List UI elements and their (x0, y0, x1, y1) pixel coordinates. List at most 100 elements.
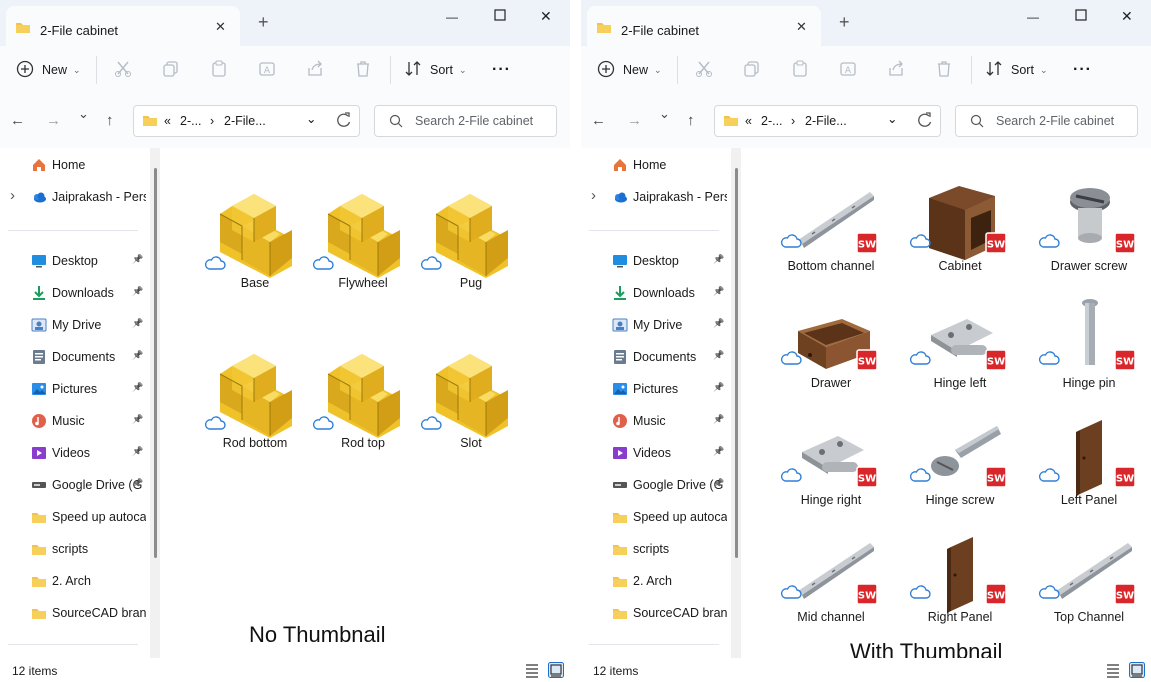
tab[interactable]: 2-File cabinet ✕ (587, 6, 821, 46)
up-button[interactable]: ↑ (106, 112, 114, 129)
large-icons-view-icon[interactable] (1129, 662, 1145, 678)
sort-button[interactable]: Sort ⌄ (985, 58, 1047, 82)
file-item[interactable]: Flywheel (308, 184, 418, 294)
sidebar-scrollbar[interactable] (731, 148, 741, 658)
recent-locations-button[interactable]: ⌄ (78, 106, 89, 122)
scrollbar-thumb[interactable] (154, 168, 157, 558)
cut-button[interactable] (695, 58, 713, 82)
rename-button[interactable]: A (839, 58, 857, 82)
up-button[interactable]: ↑ (687, 112, 695, 129)
breadcrumb-item[interactable]: 2-... (180, 114, 202, 128)
sidebar-item[interactable]: › Jaiprakash - Perso (0, 184, 150, 210)
close-window-button[interactable]: ✕ (540, 8, 552, 25)
file-item[interactable]: Rod bottom (200, 344, 310, 454)
close-tab-icon[interactable]: ✕ (796, 19, 807, 35)
recent-locations-button[interactable]: ⌄ (659, 106, 670, 122)
sidebar-item[interactable]: scripts (0, 536, 150, 562)
paste-button[interactable] (791, 58, 809, 82)
sidebar-item[interactable]: 2. Arch (0, 568, 150, 594)
more-options-button[interactable]: ··· (492, 58, 511, 82)
cut-button[interactable] (114, 58, 132, 82)
breadcrumb-item[interactable]: 2-File... (224, 114, 266, 128)
breadcrumb-overflow[interactable]: « (745, 114, 752, 128)
copy-button[interactable] (162, 58, 180, 82)
file-item[interactable]: SW Drawer screw (1034, 184, 1144, 294)
address-bar[interactable]: « 2-... › 2-File... ⌄ (133, 105, 360, 137)
paste-button[interactable] (210, 58, 228, 82)
minimize-button[interactable]: — (446, 10, 458, 24)
sidebar-item[interactable]: Google Drive (G 📌 (581, 472, 731, 498)
sort-button[interactable]: Sort ⌄ (404, 58, 466, 82)
share-button[interactable] (887, 58, 905, 82)
sidebar-item[interactable]: 2. Arch (581, 568, 731, 594)
breadcrumb-item[interactable]: 2-... (761, 114, 783, 128)
sidebar-scrollbar[interactable] (150, 148, 160, 658)
sidebar-item[interactable]: Desktop 📌 (0, 248, 150, 274)
sidebar-item[interactable]: Downloads 📌 (581, 280, 731, 306)
close-tab-icon[interactable]: ✕ (215, 19, 226, 35)
share-button[interactable] (306, 58, 324, 82)
sidebar-item[interactable]: My Drive 📌 (0, 312, 150, 338)
chevron-down-icon[interactable]: ⌄ (887, 111, 897, 126)
sidebar-item[interactable]: scripts (581, 536, 731, 562)
sidebar-item[interactable]: Home (0, 152, 150, 178)
sidebar-item[interactable]: SourceCAD brand (0, 600, 150, 626)
large-icons-view-icon[interactable] (548, 662, 564, 678)
file-item[interactable]: SW Hinge right (776, 418, 886, 528)
sidebar-item[interactable]: Videos 📌 (581, 440, 731, 466)
file-item[interactable]: SW Cabinet (905, 184, 1015, 294)
sidebar-item[interactable]: Pictures 📌 (0, 376, 150, 402)
file-item[interactable]: SW Hinge left (905, 301, 1015, 411)
sidebar-item[interactable]: Google Drive (G 📌 (0, 472, 150, 498)
file-item[interactable]: Pug (416, 184, 526, 294)
file-item[interactable]: SW Mid channel (776, 535, 886, 645)
details-view-icon[interactable] (1105, 662, 1121, 678)
address-bar[interactable]: « 2-... › 2-File... ⌄ (714, 105, 941, 137)
minimize-button[interactable]: — (1027, 10, 1039, 24)
chevron-right-icon[interactable]: › (10, 187, 15, 204)
back-button[interactable]: ← (591, 112, 606, 129)
sidebar-item[interactable]: My Drive 📌 (581, 312, 731, 338)
sidebar-item[interactable]: Music 📌 (0, 408, 150, 434)
close-window-button[interactable]: ✕ (1121, 8, 1133, 25)
sidebar-item[interactable]: Documents 📌 (0, 344, 150, 370)
file-item[interactable]: SW Bottom channel (776, 184, 886, 294)
sidebar-item[interactable]: Downloads 📌 (0, 280, 150, 306)
file-item[interactable]: SW Right Panel (905, 535, 1015, 645)
sidebar-item[interactable]: Speed up autocad (581, 504, 731, 530)
details-view-icon[interactable] (524, 662, 540, 678)
rename-button[interactable]: A (258, 58, 276, 82)
forward-button[interactable]: → (46, 112, 61, 129)
sidebar-item[interactable]: Videos 📌 (0, 440, 150, 466)
maximize-button[interactable] (494, 8, 506, 24)
forward-button[interactable]: → (627, 112, 642, 129)
file-item[interactable]: SW Left Panel (1034, 418, 1144, 528)
search-input[interactable]: Search 2-File cabinet (374, 105, 557, 137)
delete-button[interactable] (935, 58, 953, 82)
sidebar-item[interactable]: Desktop 📌 (581, 248, 731, 274)
scrollbar-thumb[interactable] (735, 168, 738, 558)
file-item[interactable]: SW Drawer (776, 301, 886, 411)
chevron-right-icon[interactable]: › (591, 187, 596, 204)
chevron-down-icon[interactable]: ⌄ (306, 111, 316, 126)
sidebar-item[interactable]: Home (581, 152, 731, 178)
search-input[interactable]: Search 2-File cabinet (955, 105, 1138, 137)
copy-button[interactable] (743, 58, 761, 82)
new-button[interactable]: New ⌄ (597, 58, 662, 82)
sidebar-item[interactable]: Speed up autocad (0, 504, 150, 530)
new-tab-button[interactable]: + (258, 13, 269, 31)
file-item[interactable]: Rod top (308, 344, 418, 454)
tab[interactable]: 2-File cabinet ✕ (6, 6, 240, 46)
sidebar-item[interactable]: Music 📌 (581, 408, 731, 434)
maximize-button[interactable] (1075, 8, 1087, 24)
breadcrumb-item[interactable]: 2-File... (805, 114, 847, 128)
sidebar-item[interactable]: Documents 📌 (581, 344, 731, 370)
new-button[interactable]: New ⌄ (16, 58, 81, 82)
more-options-button[interactable]: ··· (1073, 58, 1092, 82)
file-item[interactable]: SW Top Channel (1034, 535, 1144, 645)
file-item[interactable]: Slot (416, 344, 526, 454)
sidebar-item[interactable]: SourceCAD brand (581, 600, 731, 626)
delete-button[interactable] (354, 58, 372, 82)
sidebar-item[interactable]: Pictures 📌 (581, 376, 731, 402)
file-item[interactable]: SW Hinge pin (1034, 299, 1144, 411)
